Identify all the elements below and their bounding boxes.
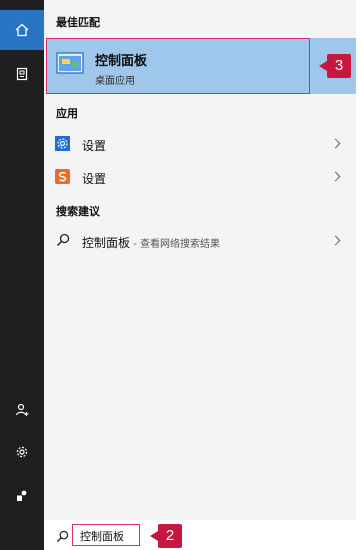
feedback-icon: [17, 490, 27, 501]
best-match-item[interactable]: [46, 38, 310, 94]
gear-icon: [16, 446, 28, 458]
gear-settings-icon: [55, 136, 70, 151]
notebook-icon: [16, 67, 28, 81]
user-add-button[interactable]: [0, 390, 44, 430]
suggestions-heading: 搜索建议: [56, 205, 100, 218]
best-match-title: 控制面板: [95, 54, 148, 69]
suggestion-sub: - 查看网络搜索结果: [130, 239, 220, 250]
search-icon: [56, 530, 69, 543]
apps-heading: 应用: [56, 107, 78, 120]
taskbar-left: [0, 520, 44, 550]
person-add-icon: [15, 403, 29, 416]
best-match-subtitle: 桌面应用: [95, 76, 135, 87]
search-input[interactable]: 控制面板: [72, 524, 140, 546]
search-icon: [57, 233, 70, 246]
window-edge: [356, 0, 361, 550]
suggestion-label: 控制面板 - 查看网络搜索结果: [82, 234, 220, 251]
suggestion-term: 控制面板: [82, 236, 131, 250]
left-sidebar: [0, 0, 44, 520]
home-icon: [15, 23, 29, 37]
sogou-s-icon: [55, 169, 70, 184]
feedback-button[interactable]: [0, 476, 44, 516]
notebook-button[interactable]: [0, 54, 44, 94]
home-button[interactable]: [0, 10, 44, 50]
best-match-heading: 最佳匹配: [56, 16, 100, 29]
settings-button[interactable]: [0, 432, 44, 472]
control-panel-icon: [56, 52, 84, 74]
step-badge-3: 3: [319, 54, 351, 78]
app-item-label: 设置: [82, 172, 107, 186]
app-item-label: 设置: [82, 139, 107, 153]
start-menu: 最佳匹配 控制面板 桌面应用 3 应用 设置 设置 搜索建议 控制面板 - 查看…: [0, 0, 361, 550]
step-badge-2: 2: [150, 524, 182, 548]
